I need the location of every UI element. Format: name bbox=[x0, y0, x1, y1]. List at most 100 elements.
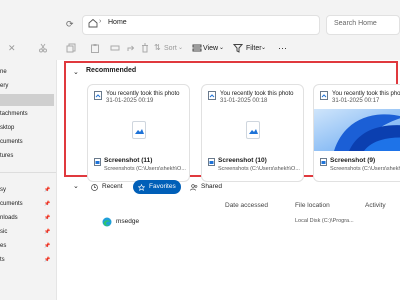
sidebar-item-label: sy bbox=[0, 187, 6, 193]
sidebar-item[interactable]: nloads 📌 bbox=[0, 212, 56, 224]
sidebar-item[interactable]: ne bbox=[0, 66, 56, 78]
row-name: msedge bbox=[116, 218, 140, 225]
card-file-location: Screenshots (C:\Users\shekh\O... bbox=[218, 166, 300, 172]
card-date: 31-01-2025 00:18 bbox=[220, 98, 268, 104]
sidebar-item[interactable]: es 📌 bbox=[0, 240, 56, 252]
home-icon bbox=[88, 18, 98, 28]
sidebar-item[interactable]: ery bbox=[0, 80, 56, 92]
sidebar-item[interactable]: cuments 📌 bbox=[0, 198, 56, 210]
delete-icon[interactable] bbox=[140, 43, 150, 53]
sidebar-item-label: ts bbox=[0, 257, 5, 263]
windows-wallpaper-image bbox=[314, 109, 400, 151]
view-icon bbox=[192, 43, 202, 53]
address-path: Home bbox=[108, 19, 127, 26]
recommended-card[interactable]: You recently took this photo 31-01-2025 0… bbox=[201, 84, 304, 182]
card-file-name: Screenshot (11) bbox=[104, 157, 153, 164]
tab-favorites[interactable]: Favorites bbox=[133, 180, 181, 194]
pin-icon: 📌 bbox=[44, 243, 51, 249]
people-icon bbox=[190, 183, 198, 191]
search-placeholder: Search Home bbox=[334, 20, 377, 27]
file-type-icon bbox=[94, 158, 101, 166]
refresh-icon[interactable]: ⟳ bbox=[66, 19, 74, 30]
card-thumbnail bbox=[314, 109, 400, 151]
image-placeholder-icon bbox=[246, 121, 260, 139]
clock-icon bbox=[91, 183, 98, 191]
sidebar-item[interactable]: cuments bbox=[0, 136, 56, 148]
pin-icon: 📌 bbox=[44, 215, 51, 221]
image-file-icon bbox=[208, 91, 216, 100]
card-reason: You recently took this photo bbox=[332, 91, 400, 97]
sidebar-item-label: tures bbox=[0, 153, 14, 159]
sidebar-item[interactable]: sic 📌 bbox=[0, 226, 56, 238]
chevron-down-icon: ⌄ bbox=[261, 45, 267, 51]
sidebar-item-label: sic bbox=[0, 229, 8, 235]
card-reason: You recently took this photo bbox=[220, 91, 294, 97]
view-button[interactable]: View bbox=[203, 45, 218, 52]
tab-shared[interactable]: Shared bbox=[185, 180, 227, 194]
rename-icon[interactable] bbox=[110, 43, 120, 53]
filter-button[interactable]: Filter bbox=[246, 45, 262, 52]
sort-button[interactable]: Sort bbox=[164, 45, 177, 52]
card-file-name: Screenshot (10) bbox=[218, 157, 267, 164]
sidebar-item-label: ery bbox=[0, 83, 9, 89]
recommended-card[interactable]: You recently took this photo 31-01-2025 0… bbox=[87, 84, 190, 182]
column-activity[interactable]: Activity bbox=[365, 202, 386, 209]
chevron-down-icon: ⌄ bbox=[178, 45, 184, 51]
share-icon[interactable] bbox=[126, 43, 136, 53]
card-thumbnail bbox=[202, 109, 303, 151]
image-file-icon bbox=[94, 91, 102, 100]
card-file-location: Screenshots (C:\Users\shekh\O... bbox=[104, 166, 186, 172]
sidebar-item-label: ne bbox=[0, 69, 7, 75]
chevron-down-icon[interactable]: ⌄ bbox=[73, 68, 79, 76]
pin-icon: 📌 bbox=[44, 229, 51, 235]
tab-label: Shared bbox=[201, 183, 222, 190]
chevron-right-icon: › bbox=[99, 18, 102, 25]
sidebar-item[interactable]: sktop bbox=[0, 122, 56, 134]
cut-icon[interactable] bbox=[38, 43, 48, 53]
sidebar-item-label: es bbox=[0, 243, 7, 249]
sidebar-item[interactable]: tachments bbox=[0, 108, 56, 120]
sidebar-item-label: sktop bbox=[0, 125, 15, 131]
card-thumbnail bbox=[88, 109, 189, 151]
table-row[interactable]: msedge Local Disk (C:)\Progra... bbox=[96, 215, 396, 229]
filter-icon bbox=[233, 43, 243, 53]
card-date: 31-01-2025 00:17 bbox=[332, 98, 380, 104]
column-file-location[interactable]: File location bbox=[295, 202, 330, 209]
tab-label: Recent bbox=[102, 183, 123, 190]
sidebar-item[interactable]: sy 📌 bbox=[0, 184, 56, 196]
new-icon[interactable]: ✕ bbox=[8, 43, 16, 54]
recommended-card[interactable]: You recently took this photo 31-01-2025 0… bbox=[313, 84, 400, 182]
chevron-down-icon[interactable]: ⌄ bbox=[73, 182, 79, 190]
card-reason: You recently took this photo bbox=[106, 91, 180, 97]
card-file-name: Screenshot (9) bbox=[330, 157, 376, 164]
more-options-button[interactable]: ··· bbox=[278, 43, 287, 53]
image-file-icon bbox=[320, 91, 328, 100]
card-date: 31-01-2025 00:19 bbox=[106, 98, 154, 104]
image-placeholder-icon bbox=[132, 121, 146, 139]
tab-recent[interactable]: Recent bbox=[86, 180, 130, 194]
chevron-down-icon: ⌄ bbox=[219, 45, 225, 51]
column-date-accessed[interactable]: Date accessed bbox=[225, 202, 268, 209]
pin-icon: 📌 bbox=[44, 257, 51, 263]
edge-icon bbox=[102, 217, 112, 227]
sidebar-item-label: cuments bbox=[0, 139, 23, 145]
tab-label: Favorites bbox=[149, 183, 176, 190]
copy-icon[interactable] bbox=[66, 43, 76, 53]
sidebar-divider bbox=[0, 172, 56, 173]
pin-icon: 📌 bbox=[44, 187, 51, 193]
sidebar-item[interactable]: tures bbox=[0, 150, 56, 162]
sidebar-item-label: nloads bbox=[0, 215, 18, 221]
pin-icon: 📌 bbox=[44, 201, 51, 207]
sort-icon: ⇅ bbox=[154, 43, 161, 52]
sidebar-item[interactable]: ts 📌 bbox=[0, 254, 56, 266]
star-icon bbox=[138, 183, 145, 191]
row-location: Local Disk (C:)\Progra... bbox=[295, 218, 354, 224]
file-type-icon bbox=[208, 158, 215, 166]
card-file-location: Screenshots (C:\Users\shekh\O... bbox=[330, 166, 400, 172]
paste-icon[interactable] bbox=[90, 43, 100, 53]
recommended-heading: Recommended bbox=[86, 67, 137, 74]
sidebar-item-label: cuments bbox=[0, 201, 23, 207]
file-type-icon bbox=[320, 158, 327, 166]
navigation-pane: ne ery tachments sktop cuments tures sy 📌 cument… bbox=[0, 60, 57, 300]
sidebar-item[interactable] bbox=[0, 94, 54, 106]
